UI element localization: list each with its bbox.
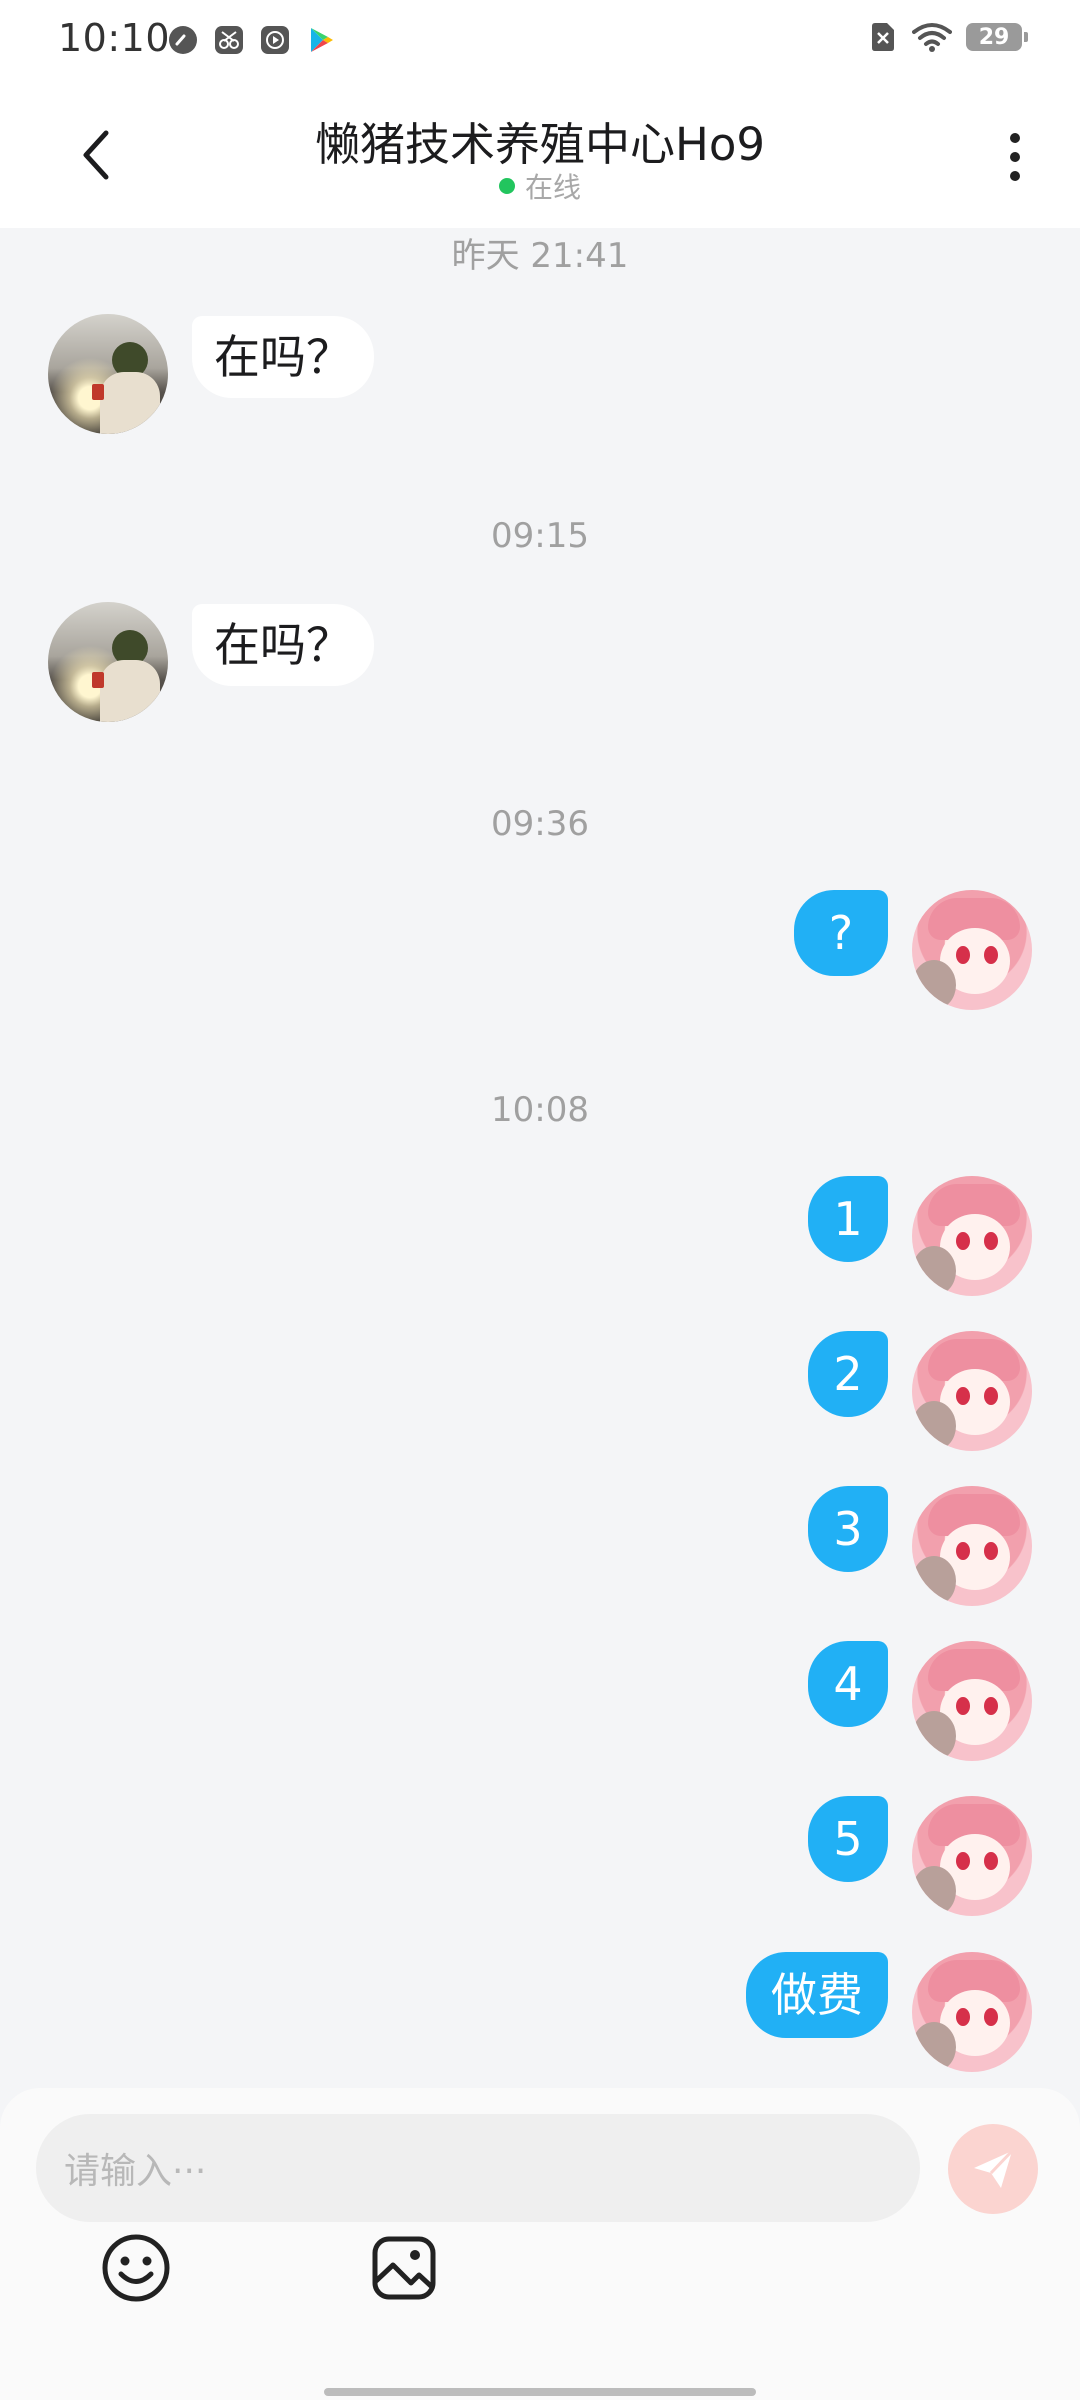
my-avatar[interactable]: [912, 890, 1032, 1010]
outgoing-message[interactable]: 4: [808, 1641, 888, 1727]
image-button[interactable]: [368, 2232, 440, 2304]
chat-header: 懒猪技术养殖中心Ho9 在线: [0, 80, 1080, 228]
composer-panel: 请输入···: [0, 2088, 1080, 2400]
timestamp: 昨天 21:41: [451, 236, 629, 276]
outgoing-message[interactable]: 1: [808, 1176, 888, 1262]
status-icons-right: 29: [868, 22, 1028, 52]
wifi-icon: [912, 22, 952, 52]
top-bar: 10:10 29 懒猪技术养殖中心Ho9 在线: [0, 0, 1080, 228]
my-avatar[interactable]: [912, 1952, 1032, 2072]
outgoing-message[interactable]: 2: [808, 1331, 888, 1417]
outgoing-message[interactable]: 做费: [746, 1952, 888, 2038]
battery-icon: 29: [966, 23, 1028, 51]
message-input-placeholder: 请输入···: [64, 2151, 207, 2192]
message-input[interactable]: 请输入···: [36, 2114, 920, 2222]
incoming-message[interactable]: 在吗？: [192, 316, 374, 398]
more-vertical-icon: [1010, 133, 1020, 143]
play-store-icon: [306, 25, 336, 55]
my-avatar[interactable]: [912, 1796, 1032, 1916]
battery-level: 29: [978, 24, 1010, 50]
speedometer-icon: [168, 25, 198, 55]
play-box-icon: [260, 25, 290, 55]
my-avatar[interactable]: [912, 1486, 1032, 1606]
status-bar: 10:10 29: [0, 0, 1080, 80]
send-plane-icon: [974, 2149, 1014, 2188]
emoji-icon: [102, 2234, 170, 2302]
scissors-app-icon: [214, 25, 244, 55]
timestamp: 09:15: [491, 516, 589, 556]
sim-off-icon: [868, 22, 898, 52]
timestamp: 09:36: [491, 804, 589, 844]
incoming-message[interactable]: 在吗？: [192, 604, 374, 686]
status-icons-left: [168, 25, 336, 55]
my-avatar[interactable]: [912, 1641, 1032, 1761]
image-icon: [372, 2236, 436, 2300]
chat-messages[interactable]: 昨天 21:41 在吗？ 09:15 在吗？ 09:36 ? 10:08 1 2…: [0, 228, 1080, 2088]
my-avatar[interactable]: [912, 1331, 1032, 1451]
online-status-label: 在线: [524, 171, 581, 204]
timestamp: 10:08: [491, 1090, 589, 1130]
my-avatar[interactable]: [912, 1176, 1032, 1296]
online-status: 在线: [0, 166, 1080, 206]
page-title: 懒猪技术养殖中心Ho9: [314, 118, 765, 171]
home-indicator[interactable]: [324, 2388, 756, 2396]
outgoing-message[interactable]: 5: [808, 1796, 888, 1882]
contact-avatar[interactable]: [48, 314, 168, 434]
more-options-button[interactable]: [990, 122, 1040, 192]
online-dot-icon: [498, 178, 515, 194]
emoji-button[interactable]: [100, 2232, 172, 2304]
outgoing-message[interactable]: 3: [808, 1486, 888, 1572]
contact-avatar[interactable]: [48, 602, 168, 722]
status-time: 10:10: [58, 16, 171, 60]
send-button[interactable]: [948, 2124, 1038, 2214]
outgoing-message[interactable]: ?: [794, 890, 888, 976]
